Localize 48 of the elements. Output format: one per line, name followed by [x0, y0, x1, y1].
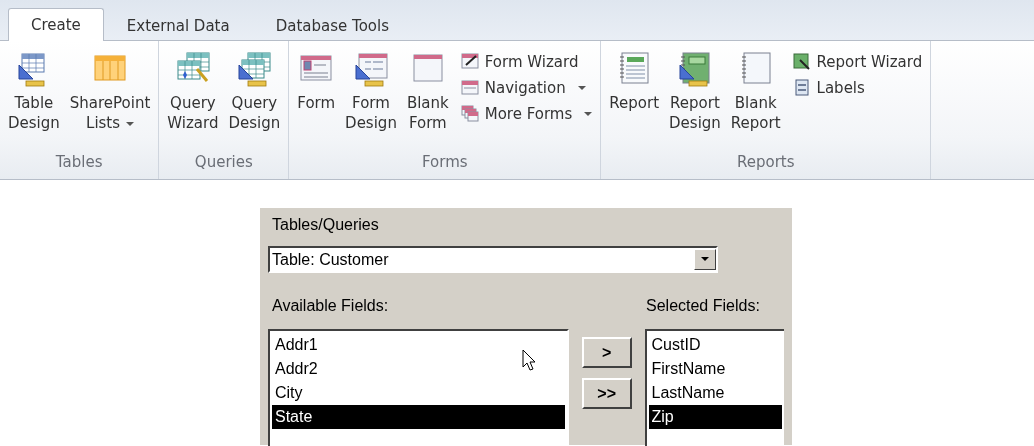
ribbon-button[interactable]: Report — [605, 45, 664, 153]
ribbon-button[interactable]: Query Wizard — [163, 45, 223, 153]
field-label: Tables/Queries — [272, 216, 379, 234]
navigation-icon — [460, 79, 479, 97]
query-design-icon — [236, 51, 273, 87]
move-button[interactable]: > — [581, 337, 632, 368]
cursor-icon — [522, 349, 536, 371]
wizard-icon — [460, 53, 479, 71]
ribbon-button[interactable]: Form Design — [341, 45, 401, 153]
ribbon-tab[interactable]: External Data — [103, 9, 253, 41]
field-item[interactable]: Addr1 — [272, 333, 565, 357]
report-wizard-icon — [792, 53, 811, 71]
dropdown-arrow-icon — [701, 257, 709, 262]
field-item[interactable]: CustID — [648, 333, 782, 357]
form-design-icon — [353, 51, 389, 87]
field-item[interactable]: Zip — [648, 405, 782, 429]
field-item[interactable]: Addr2 — [272, 357, 565, 381]
group-label: Forms — [421, 153, 469, 173]
field-label: Selected Fields: — [646, 297, 760, 315]
ribbon-button[interactable]: Blank Report — [726, 45, 785, 153]
group-label: Reports — [736, 153, 796, 173]
report-design-icon — [676, 51, 713, 87]
ribbon-button[interactable]: Report Design — [665, 45, 725, 153]
ribbon-button[interactable]: Report Wizard — [790, 51, 925, 73]
ribbon-button[interactable]: Form — [293, 45, 340, 153]
ribbon-button[interactable]: Form Wizard — [458, 51, 595, 73]
group-label: Queries — [193, 153, 254, 173]
field-item[interactable]: FirstName — [648, 357, 782, 381]
group-label: Tables — [54, 153, 104, 173]
more-forms-icon — [460, 105, 479, 123]
available-fields-list[interactable]: Addr1 Addr2 City State — [268, 329, 569, 446]
ribbon-tab[interactable]: Create — [8, 8, 104, 41]
labels-icon — [792, 79, 811, 97]
ribbon-button[interactable]: Labels — [790, 77, 925, 99]
ribbon-button[interactable]: Blank Form — [402, 45, 453, 153]
field-label: Available Fields: — [272, 297, 390, 315]
ribbon-button[interactable]: SharePoint Lists — [65, 45, 155, 153]
table-dropdown[interactable]: Table: Customer — [268, 246, 718, 273]
ribbon-tab[interactable]: Database Tools — [252, 9, 412, 41]
ribbon-button[interactable]: Table Design — [4, 45, 64, 153]
selected-fields-list[interactable]: CustID FirstName LastName Zip — [644, 329, 784, 446]
ribbon-button[interactable]: Query Design — [224, 45, 285, 153]
field-item[interactable]: LastName — [648, 381, 782, 405]
ribbon-button[interactable]: Navigation — [458, 77, 595, 99]
move-button[interactable]: >> — [581, 378, 632, 409]
field-item[interactable]: City — [272, 381, 565, 405]
ribbon-button[interactable]: More Forms — [458, 103, 595, 125]
field-item[interactable]: State — [272, 405, 565, 429]
